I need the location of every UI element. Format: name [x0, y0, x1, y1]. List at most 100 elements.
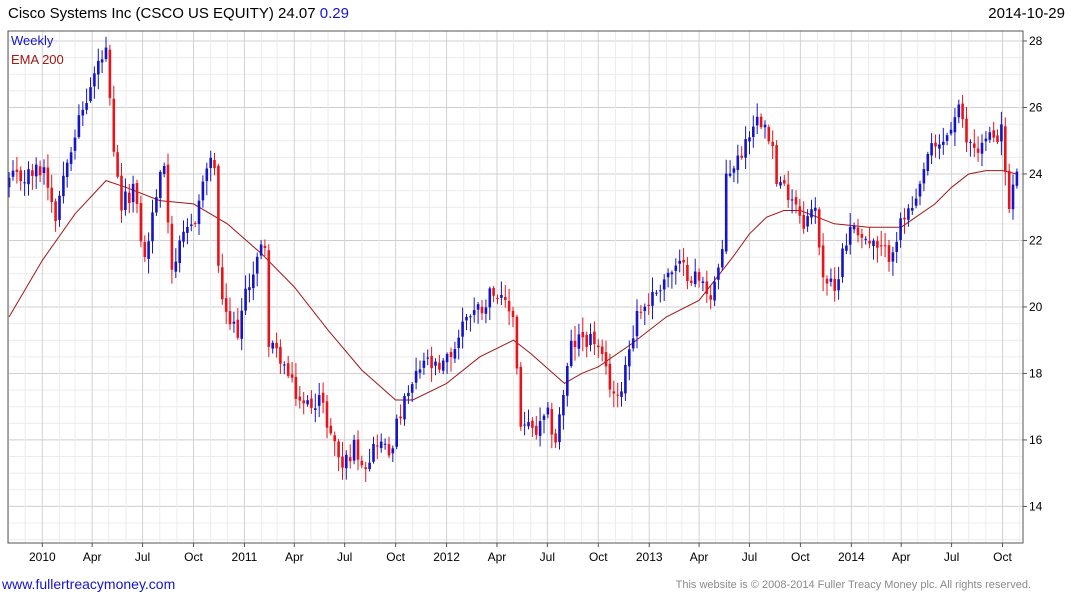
x-tick-label: Apr: [488, 550, 507, 564]
candle-down: [224, 298, 228, 312]
candle-down: [166, 164, 170, 223]
candle-up: [911, 208, 914, 211]
candle-down: [480, 306, 484, 314]
candle-up: [131, 183, 135, 203]
candle-up: [546, 407, 550, 415]
candle-up: [93, 73, 96, 87]
candle-up: [930, 143, 933, 156]
candle-down: [213, 160, 216, 169]
candle-down: [973, 143, 976, 148]
candle-up: [562, 395, 565, 416]
y-tick-label: 16: [1029, 433, 1043, 447]
candle-down: [120, 175, 123, 211]
x-tick-label: Jul: [540, 550, 555, 564]
x-tick-label: 2012: [433, 550, 460, 564]
candle-up: [190, 224, 193, 226]
candle-down: [321, 392, 325, 403]
candle-up: [872, 240, 875, 246]
candle-down: [783, 180, 786, 184]
candle-down: [236, 319, 240, 338]
candle-down: [817, 209, 821, 248]
candle-up: [42, 167, 46, 173]
candle-up: [197, 200, 201, 224]
candle-up: [97, 60, 100, 75]
candle-up: [899, 218, 902, 240]
candle-up: [62, 175, 65, 197]
candle-down: [279, 346, 282, 364]
candle-down: [46, 167, 50, 188]
y-tick-label: 26: [1029, 100, 1043, 114]
candle-up: [957, 104, 961, 118]
candle-up: [566, 366, 569, 396]
candle-up: [674, 265, 678, 271]
candle-up: [829, 278, 833, 282]
candle-down: [54, 201, 57, 221]
candle-up: [403, 396, 406, 420]
candle-down: [965, 118, 968, 143]
candle-down: [286, 363, 290, 376]
candle-up: [628, 349, 631, 367]
y-tick-label: 22: [1029, 233, 1043, 247]
x-tick-label: Oct: [184, 550, 203, 564]
candle-up: [232, 321, 236, 324]
candle-up: [73, 137, 77, 151]
candle-up: [527, 422, 530, 427]
candle-up: [209, 157, 212, 168]
x-tick-label: Oct: [386, 550, 405, 564]
candle-up: [569, 340, 573, 366]
candle-up: [949, 129, 953, 134]
y-tick-label: 20: [1029, 300, 1043, 314]
candle-down: [554, 433, 557, 443]
candle-down: [31, 170, 34, 176]
candle-up: [693, 271, 697, 285]
candle-up: [34, 164, 38, 177]
x-tick-label: Jul: [337, 550, 352, 564]
candle-down: [19, 170, 22, 182]
candle-up: [732, 168, 736, 173]
candle-up: [352, 440, 356, 461]
candle-up: [27, 169, 30, 185]
y-tick-label: 28: [1029, 34, 1043, 48]
candle-up: [926, 154, 930, 171]
candle-down: [612, 391, 616, 394]
candle-down: [507, 301, 511, 312]
x-tick-label: Oct: [589, 550, 608, 564]
candle-up: [201, 181, 205, 201]
candle-down: [879, 245, 883, 247]
candle-up: [317, 395, 321, 406]
candle-down: [128, 192, 131, 203]
candle-up: [283, 364, 286, 366]
candle-down: [38, 166, 42, 176]
candle-down: [112, 98, 116, 152]
candle-down: [740, 155, 743, 158]
candle-up: [457, 337, 460, 348]
candle-up: [407, 392, 410, 397]
candle-up: [748, 137, 751, 142]
footer-link[interactable]: www.fullertreacymoney.com: [2, 576, 175, 592]
candle-down: [290, 374, 294, 378]
candle-down: [492, 287, 495, 296]
candle-up: [918, 183, 922, 197]
candle-up: [81, 109, 85, 116]
candle-up: [577, 334, 581, 349]
candle-up: [806, 216, 809, 227]
candle-up: [763, 124, 767, 128]
candle-up: [848, 226, 852, 245]
candle-down: [221, 267, 224, 300]
candle-down: [794, 197, 798, 205]
candle-down: [360, 460, 364, 466]
candle-up: [724, 173, 728, 252]
candle-down: [217, 165, 220, 266]
candle-down: [550, 409, 554, 435]
candle-down: [294, 376, 298, 399]
candle-up: [472, 310, 476, 315]
candle-up: [1000, 124, 1003, 142]
candle-down: [364, 467, 367, 469]
candle-down: [825, 278, 829, 284]
y-tick-label: 14: [1029, 499, 1043, 513]
y-tick-label: 18: [1029, 366, 1043, 380]
candle-up: [635, 311, 639, 337]
candle-down: [302, 400, 305, 404]
x-tick-label: 2011: [232, 550, 258, 564]
candle-down: [1007, 170, 1011, 209]
